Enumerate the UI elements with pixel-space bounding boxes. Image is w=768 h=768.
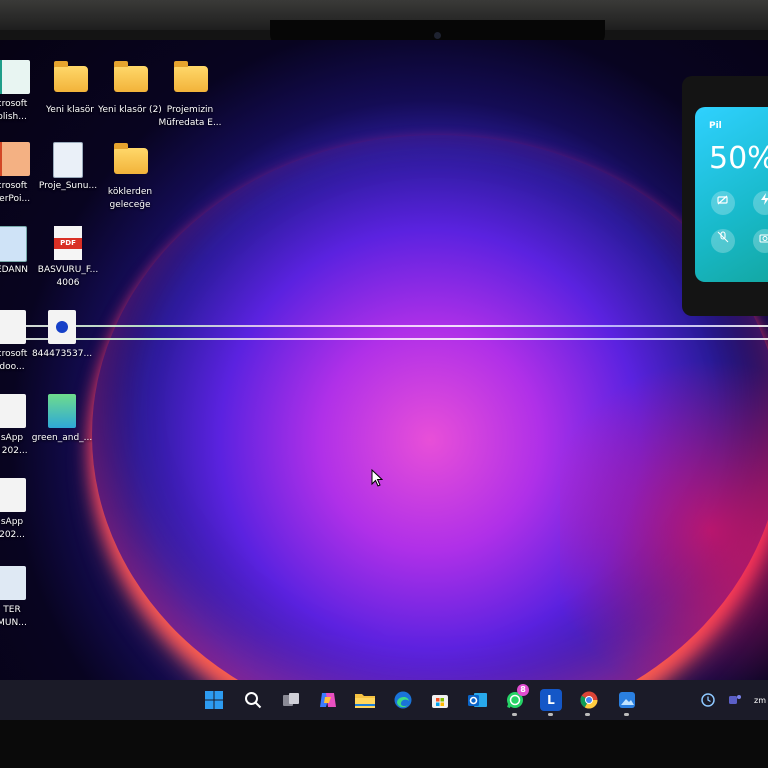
battery-saver-icon[interactable] <box>711 191 735 215</box>
image-file-icon <box>0 478 28 512</box>
image-file-icon <box>0 226 28 262</box>
folder-icon <box>54 61 88 100</box>
taskbar <box>0 680 768 720</box>
search-icon[interactable] <box>241 688 265 712</box>
microsoft-store-icon[interactable] <box>428 688 452 712</box>
laptop-bezel-bottom <box>0 720 768 768</box>
desktop-icon-yeni-klasor[interactable]: Yeni klasör <box>38 60 102 117</box>
desktop-icon-label: köklerden geleceğe <box>107 187 153 210</box>
desktop-icon-label: Yeni klasör (2) <box>98 105 162 115</box>
outlook-icon[interactable] <box>466 688 490 712</box>
whatsapp-running-indicator <box>512 713 517 716</box>
image-file-icon <box>46 310 78 344</box>
webcam <box>434 32 441 39</box>
l-app-label: L <box>547 693 555 707</box>
desktop-icon-yeni-klasor-2[interactable]: Yeni klasör (2) <box>98 60 162 117</box>
desktop-icon-844473537[interactable]: 844473537... <box>30 310 94 361</box>
teams-tray-icon[interactable] <box>727 692 743 708</box>
desktop-icon-basvuru-pdf[interactable]: PDF BASVURU_F... 4006 <box>36 226 100 290</box>
copilot-icon[interactable] <box>316 688 340 712</box>
task-view-icon[interactable] <box>279 688 303 712</box>
l-app-icon[interactable]: L <box>540 689 562 711</box>
pdf-badge: PDF <box>54 238 82 249</box>
desktop-icon-koklerden[interactable]: köklerden geleceğe <box>98 142 162 212</box>
zoom-tray-icon[interactable]: zm <box>752 692 768 708</box>
desktop-icon-proje-sunu[interactable]: Proje_Sunu... <box>36 142 100 193</box>
desktop-icon-ter-mun[interactable]: TER MUN... <box>0 566 44 630</box>
desktop-icon-label: BASVURU_F... 4006 <box>37 265 99 288</box>
presentation-file-icon <box>52 142 84 178</box>
edge-icon[interactable] <box>391 688 415 712</box>
whatsapp-notification-badge: 8 <box>517 684 529 696</box>
powerpoint-icon <box>0 142 30 176</box>
mic-off-icon[interactable] <box>711 229 735 253</box>
screen-glitch-line <box>0 338 768 340</box>
desktop-icon-label: 844473537... <box>31 349 93 359</box>
desktop-icon-label: sApp 202... <box>0 517 25 540</box>
desktop-icon-label: Yeni klasör <box>45 105 95 115</box>
zoom-tray-label: zm <box>754 695 766 705</box>
desktop-icon-label: Projemizin Müfredata E... <box>158 105 222 128</box>
screen-glitch-line <box>0 325 768 327</box>
desktop-icon-label: Proje_Sunu... <box>38 181 98 191</box>
photos-icon[interactable] <box>615 688 639 712</box>
image-file-icon <box>0 566 28 600</box>
wallpaper-glow <box>560 340 768 720</box>
folder-icon <box>174 61 208 100</box>
whatsapp-icon[interactable]: 8 <box>503 684 529 712</box>
chrome-running-indicator <box>585 713 590 716</box>
folder-icon <box>114 143 148 182</box>
pdf-file-icon: PDF <box>52 226 84 260</box>
desktop-icon-label: green_and_... <box>31 433 93 443</box>
chrome-icon[interactable] <box>577 688 601 712</box>
image-file-icon <box>46 394 78 428</box>
windows-start-icon[interactable] <box>202 688 226 712</box>
image-file-icon <box>0 394 28 428</box>
l-app-running-indicator <box>548 713 553 716</box>
battery-card[interactable]: Pil 50% <box>695 107 768 282</box>
photos-running-indicator <box>624 713 629 716</box>
mouse-cursor-icon <box>371 469 383 487</box>
battery-card-title: Pil <box>709 121 722 131</box>
document-icon <box>0 310 28 344</box>
folder-icon <box>114 61 148 100</box>
camera-icon[interactable] <box>753 229 768 253</box>
file-explorer-icon[interactable] <box>353 688 377 712</box>
desktop-icon-label: TER MUN... <box>0 605 27 628</box>
desktop-icon-whatsapp-image-2[interactable]: sApp 202... <box>0 478 44 542</box>
clock-tray-icon[interactable] <box>700 692 716 708</box>
power-mode-icon[interactable] <box>753 191 768 215</box>
desktop-icon-projemizin[interactable]: Projemizin Müfredata E... <box>158 60 222 130</box>
battery-percentage: 50% <box>709 141 768 176</box>
desktop-icon-green-and[interactable]: green_and_... <box>30 394 94 445</box>
publisher-icon <box>0 60 30 94</box>
